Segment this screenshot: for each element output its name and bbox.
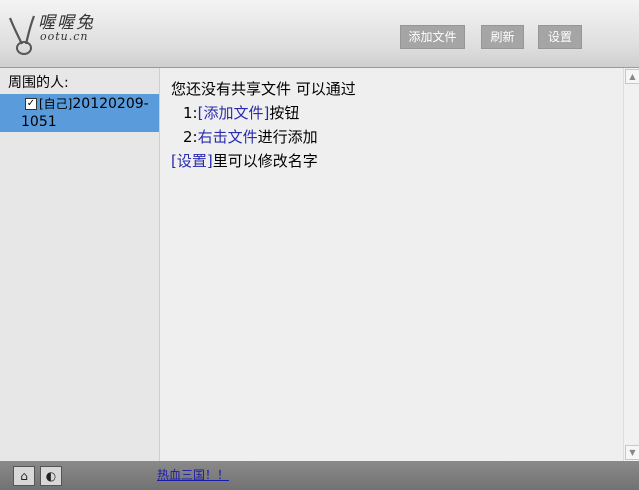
hint-rename-text: 里可以修改名字	[212, 152, 318, 170]
footer-ad-link[interactable]: 热血三国！！	[157, 466, 229, 483]
hint-button-text: 按钮	[269, 104, 300, 122]
user-self-tag: [自己]	[39, 97, 73, 111]
empty-share-message: 您还没有共享文件 可以通过	[171, 80, 356, 98]
info-icon[interactable]: ◐	[40, 466, 62, 486]
logo-domain: ootu.cn	[40, 30, 89, 43]
hint-line-add: 1:[添加文件]按钮	[183, 102, 299, 123]
scroll-up-icon[interactable]: ▲	[625, 69, 639, 84]
app-header: 喔喔兔 ootu.cn 添加文件 刷新 设置	[0, 0, 639, 68]
refresh-button[interactable]: 刷新	[481, 25, 524, 49]
user-checkbox[interactable]: ✓	[25, 98, 37, 110]
app-footer: ⌂ ◐ 热血三国！！	[0, 461, 639, 490]
main-content: 您还没有共享文件 可以通过 1:[添加文件]按钮 2:右击文件进行添加 [设置]…	[160, 68, 623, 461]
scroll-down-icon[interactable]: ▼	[625, 445, 639, 460]
sidebar-title: 周围的人:	[8, 75, 69, 91]
sidebar-user-item[interactable]: ✓ [自己]20120209- 1051	[0, 94, 159, 132]
home-icon[interactable]: ⌂	[13, 466, 35, 486]
user-name-line2: 1051	[21, 114, 57, 130]
user-name-line1: [自己]20120209-	[39, 95, 149, 112]
settings-link[interactable]: [设置]	[171, 152, 213, 170]
hint-number-2: 2:	[183, 128, 198, 146]
hint-line-rightclick: 2:右击文件进行添加	[183, 126, 318, 147]
right-click-link[interactable]: 右击文件	[198, 128, 258, 146]
people-sidebar: 周围的人: ✓ [自己]20120209- 1051	[0, 68, 160, 461]
hint-line-settings: [设置]里可以修改名字	[171, 150, 318, 171]
add-file-link[interactable]: [添加文件]	[198, 104, 270, 122]
vertical-scrollbar[interactable]: ▲ ▼	[623, 68, 639, 461]
user-name-part1: 20120209-	[72, 96, 149, 112]
hint-add-text: 进行添加	[257, 128, 318, 146]
add-file-button[interactable]: 添加文件	[400, 25, 465, 49]
hint-number-1: 1:	[183, 104, 198, 122]
settings-button[interactable]: 设置	[538, 25, 582, 49]
